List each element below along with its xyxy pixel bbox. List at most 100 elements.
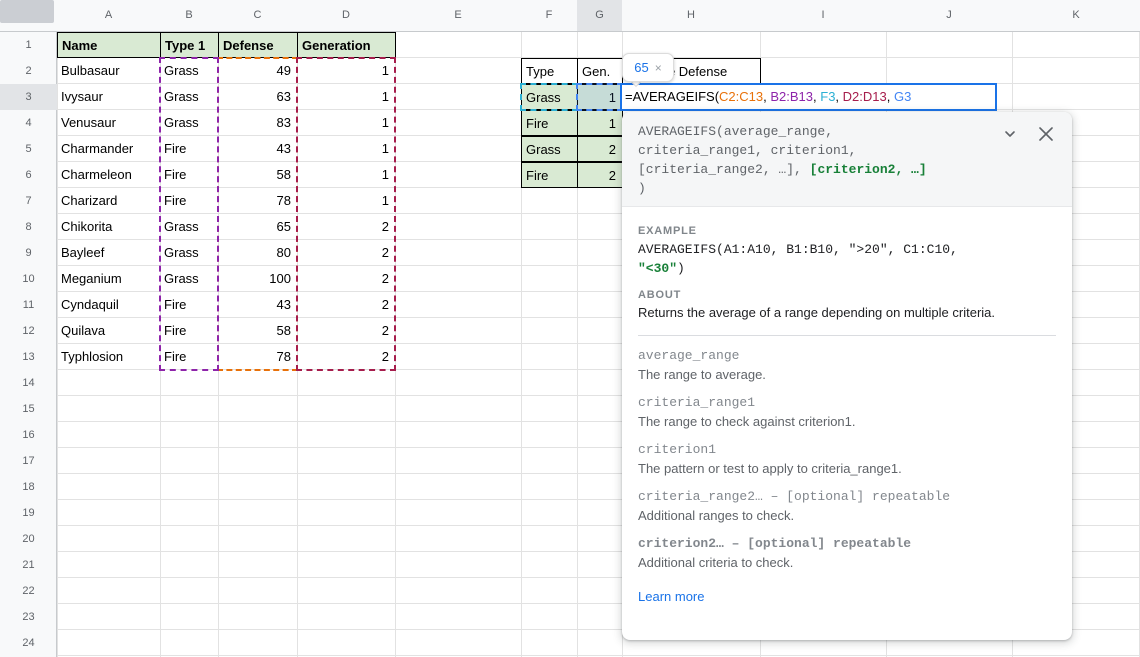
cell-B12[interactable]: Fire: [160, 318, 218, 344]
row-header-22[interactable]: 22: [0, 578, 57, 604]
cell-B4[interactable]: Grass: [160, 110, 218, 136]
cell-A4[interactable]: Venusaur: [57, 110, 160, 136]
row-header-16[interactable]: 16: [0, 422, 57, 448]
cell-A3[interactable]: Ivysaur: [57, 84, 160, 110]
cell-C9[interactable]: 80: [218, 240, 297, 266]
cell-A1[interactable]: Name: [57, 32, 161, 58]
formula-cell-editor[interactable]: =AVERAGEIFS(C2:C13, B2:B13, F3, D2:D13, …: [620, 83, 997, 111]
cell-D10[interactable]: 2: [297, 266, 395, 292]
row-header-13[interactable]: 13: [0, 344, 57, 370]
col-header-D[interactable]: D: [297, 0, 395, 31]
cell-B5[interactable]: Fire: [160, 136, 218, 162]
row-header-12[interactable]: 12: [0, 318, 57, 344]
cell-D9[interactable]: 2: [297, 240, 395, 266]
cell-A11[interactable]: Cyndaquil: [57, 292, 160, 318]
col-header-C[interactable]: C: [218, 0, 297, 31]
cell-B8[interactable]: Grass: [160, 214, 218, 240]
row-header-21[interactable]: 21: [0, 552, 57, 578]
col-header-G[interactable]: G: [577, 0, 622, 31]
cell-C13[interactable]: 78: [218, 344, 297, 370]
cell-A10[interactable]: Meganium: [57, 266, 160, 292]
col-header-H[interactable]: H: [622, 0, 760, 31]
cell-D1[interactable]: Generation: [297, 32, 396, 58]
row-header-24[interactable]: 24: [0, 630, 57, 656]
cell-C7[interactable]: 78: [218, 188, 297, 214]
cell-C12[interactable]: 58: [218, 318, 297, 344]
col-header-I[interactable]: I: [760, 0, 886, 31]
cell-C1[interactable]: Defense: [218, 32, 298, 58]
col-header-K[interactable]: K: [1012, 0, 1140, 31]
cell-D12[interactable]: 2: [297, 318, 395, 344]
row-header-14[interactable]: 14: [0, 370, 57, 396]
row-header-18[interactable]: 18: [0, 474, 57, 500]
cell-A13[interactable]: Typhlosion: [57, 344, 160, 370]
cell-G3[interactable]: 1: [577, 84, 623, 110]
cell-C4[interactable]: 83: [218, 110, 297, 136]
row-header-6[interactable]: 6: [0, 162, 57, 188]
cell-A9[interactable]: Bayleef: [57, 240, 160, 266]
row-header-1[interactable]: 1: [0, 32, 57, 58]
row-header-19[interactable]: 19: [0, 500, 57, 526]
cell-F5[interactable]: Grass: [521, 136, 578, 162]
cell-G4[interactable]: 1: [577, 110, 623, 136]
cell-D5[interactable]: 1: [297, 136, 395, 162]
cell-B10[interactable]: Grass: [160, 266, 218, 292]
row-header-8[interactable]: 8: [0, 214, 57, 240]
cell-B7[interactable]: Fire: [160, 188, 218, 214]
cell-B3[interactable]: Grass: [160, 84, 218, 110]
cell-D11[interactable]: 2: [297, 292, 395, 318]
col-header-J[interactable]: J: [886, 0, 1012, 31]
cell-A6[interactable]: Charmeleon: [57, 162, 160, 188]
row-header-15[interactable]: 15: [0, 396, 57, 422]
cell-G6[interactable]: 2: [577, 162, 623, 188]
cell-G5[interactable]: 2: [577, 136, 623, 162]
row-header-10[interactable]: 10: [0, 266, 57, 292]
row-header-5[interactable]: 5: [0, 136, 57, 162]
row-header-23[interactable]: 23: [0, 604, 57, 630]
row-header-2[interactable]: 2: [0, 58, 57, 84]
row-header-3[interactable]: 3: [0, 84, 57, 110]
cell-A5[interactable]: Charmander: [57, 136, 160, 162]
col-header-F[interactable]: F: [521, 0, 577, 31]
cell-F2[interactable]: Type: [521, 58, 578, 84]
cell-D4[interactable]: 1: [297, 110, 395, 136]
cell-F6[interactable]: Fire: [521, 162, 578, 188]
cell-C3[interactable]: 63: [218, 84, 297, 110]
row-header-17[interactable]: 17: [0, 448, 57, 474]
cell-D8[interactable]: 2: [297, 214, 395, 240]
row-header-7[interactable]: 7: [0, 188, 57, 214]
cell-D2[interactable]: 1: [297, 58, 395, 84]
row-header-9[interactable]: 9: [0, 240, 57, 266]
collapse-chevron-icon[interactable]: [1000, 124, 1020, 144]
col-header-E[interactable]: E: [395, 0, 521, 31]
select-all-corner[interactable]: [0, 0, 54, 23]
cell-C6[interactable]: 58: [218, 162, 297, 188]
preview-close-icon[interactable]: ×: [655, 61, 662, 75]
close-icon[interactable]: [1036, 124, 1056, 144]
cell-B9[interactable]: Grass: [160, 240, 218, 266]
row-header-4[interactable]: 4: [0, 110, 57, 136]
cell-B1[interactable]: Type 1: [160, 32, 219, 58]
cell-B11[interactable]: Fire: [160, 292, 218, 318]
col-header-A[interactable]: A: [57, 0, 160, 31]
col-header-B[interactable]: B: [160, 0, 218, 31]
cell-D6[interactable]: 1: [297, 162, 395, 188]
cell-D7[interactable]: 1: [297, 188, 395, 214]
cell-A8[interactable]: Chikorita: [57, 214, 160, 240]
row-header-20[interactable]: 20: [0, 526, 57, 552]
cell-F3[interactable]: Grass: [521, 84, 578, 110]
cell-A2[interactable]: Bulbasaur: [57, 58, 160, 84]
cell-C10[interactable]: 100: [218, 266, 297, 292]
cell-A7[interactable]: Charizard: [57, 188, 160, 214]
cell-A12[interactable]: Quilava: [57, 318, 160, 344]
cell-G2[interactable]: Gen.: [577, 58, 623, 84]
cell-B6[interactable]: Fire: [160, 162, 218, 188]
cell-C11[interactable]: 43: [218, 292, 297, 318]
cell-C8[interactable]: 65: [218, 214, 297, 240]
cell-D3[interactable]: 1: [297, 84, 395, 110]
learn-more-link[interactable]: Learn more: [638, 589, 704, 604]
cell-F4[interactable]: Fire: [521, 110, 578, 136]
cell-D13[interactable]: 2: [297, 344, 395, 370]
cell-B2[interactable]: Grass: [160, 58, 218, 84]
cell-C5[interactable]: 43: [218, 136, 297, 162]
